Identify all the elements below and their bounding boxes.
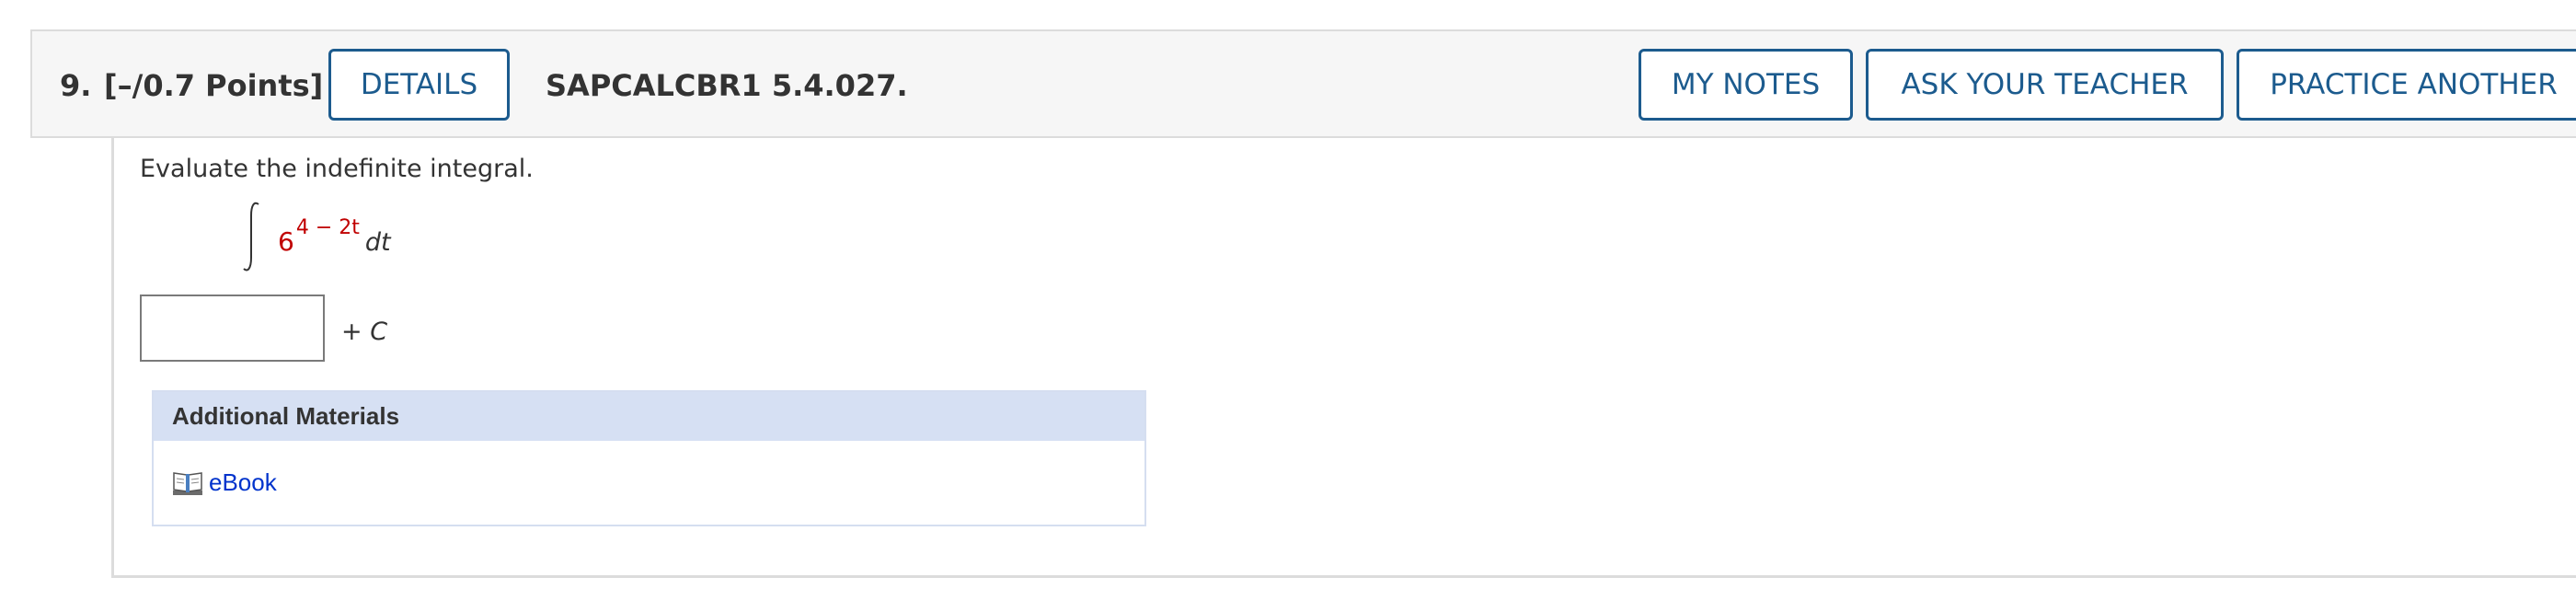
- integrand-base: 6: [278, 226, 294, 257]
- additional-materials-title: Additional Materials: [154, 392, 1144, 441]
- problem-id: SAPCALCBR1 5.4.027.: [546, 68, 908, 103]
- constant-symbol: C: [370, 318, 388, 346]
- integral-sign-icon: [243, 202, 259, 271]
- book-icon: [173, 471, 202, 495]
- integration-constant: + C: [341, 318, 387, 346]
- constant-prefix: +: [341, 318, 371, 346]
- additional-materials-box: Additional Materials eBook: [152, 390, 1146, 526]
- problem-instruction: Evaluate the indefinite integral.: [140, 155, 534, 183]
- my-notes-button[interactable]: MY NOTES: [1639, 49, 1853, 121]
- integrand: 64 − 2tdt: [278, 212, 391, 257]
- ask-teacher-button[interactable]: ASK YOUR TEACHER: [1866, 49, 2224, 121]
- ebook-link[interactable]: eBook: [172, 468, 277, 497]
- question-points: [–/0.7 Points]: [104, 68, 324, 103]
- details-button[interactable]: DETAILS: [328, 49, 510, 121]
- practice-another-button[interactable]: PRACTICE ANOTHER: [2237, 49, 2576, 121]
- integrand-exponent: 4 − 2t: [295, 216, 360, 239]
- answer-input[interactable]: [140, 294, 325, 362]
- ebook-label: eBook: [209, 468, 277, 496]
- question-page: 9. [–/0.7 Points] DETAILS SAPCALCBR1 5.4…: [0, 0, 2576, 589]
- differential: dt: [364, 228, 391, 257]
- additional-materials-body: eBook: [154, 441, 1144, 526]
- question-header: 9. [–/0.7 Points] DETAILS SAPCALCBR1 5.4…: [30, 29, 2576, 138]
- question-number: 9.: [60, 68, 92, 103]
